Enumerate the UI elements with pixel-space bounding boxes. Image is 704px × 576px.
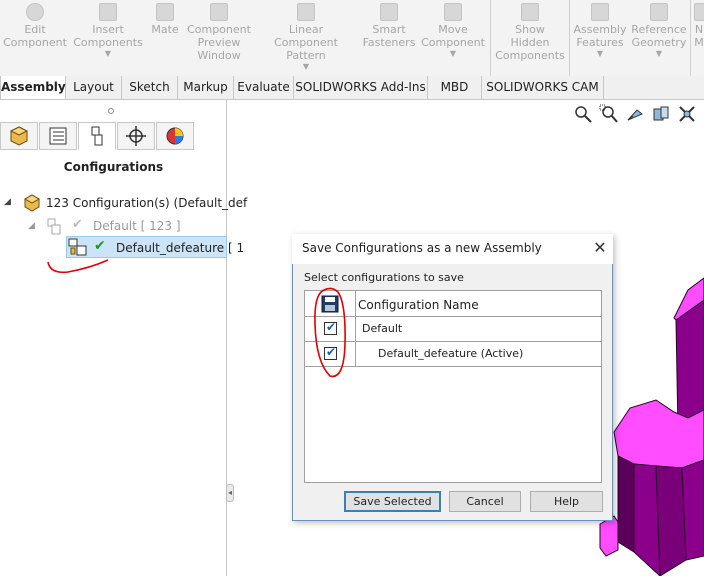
property-manager-icon <box>49 127 67 145</box>
previous-view-icon[interactable] <box>625 104 645 124</box>
tab-evaluate[interactable]: Evaluate <box>234 76 294 99</box>
dialog-prompt: Select configurations to save <box>304 271 464 284</box>
tab-property-manager[interactable] <box>39 122 77 150</box>
show-hidden-icon <box>521 3 539 21</box>
tab-configuration-manager[interactable] <box>78 122 116 150</box>
move-component-label: Move Component <box>421 23 485 49</box>
section-view-icon[interactable] <box>651 104 671 124</box>
tab-solidworks-add-ins[interactable]: SOLIDWORKS Add-Ins <box>294 76 428 99</box>
chevron-down-icon: ▼ <box>104 49 112 58</box>
command-tab-bar: Assembly Layout Sketch Markup Evaluate S… <box>0 76 704 100</box>
ribbon-divider <box>490 0 491 76</box>
red-annotation-circle <box>314 287 346 378</box>
tab-dimxpert-manager[interactable] <box>117 122 155 150</box>
chevron-down-icon: ▼ <box>596 49 604 58</box>
tab-layout[interactable]: Layout <box>66 76 122 99</box>
panel-header: Configurations <box>63 160 164 174</box>
component-preview-label: Component Preview Window <box>187 23 251 62</box>
more-button[interactable]: NM <box>694 0 704 76</box>
linear-pattern-button[interactable]: Linear Component Pattern ▼ <box>256 0 356 76</box>
move-component-button[interactable]: Move Component ▼ <box>420 0 486 76</box>
smart-fasteners-button[interactable]: Smart Fasteners <box>360 0 418 76</box>
move-component-icon <box>444 3 462 21</box>
column-header-configuration-name[interactable]: Configuration Name <box>358 298 479 312</box>
crosshair-icon <box>126 126 146 146</box>
mate-button[interactable]: Mate <box>146 0 184 76</box>
expand-arrow-icon[interactable]: ◢ <box>28 221 35 231</box>
reference-geometry-button[interactable]: Reference Geometry ▼ <box>630 0 688 76</box>
show-hidden-button[interactable]: Show Hidden Components <box>494 0 566 76</box>
tab-solidworks-cam[interactable]: SOLIDWORKS CAM <box>482 76 604 99</box>
reference-geometry-icon <box>650 3 668 21</box>
cancel-button[interactable]: Cancel <box>449 491 521 512</box>
show-hidden-label: Show Hidden Components <box>495 23 565 62</box>
linear-pattern-icon <box>297 3 315 21</box>
edit-component-icon <box>26 3 44 21</box>
smart-fasteners-icon <box>380 3 398 21</box>
more-label: NM <box>694 23 704 49</box>
mate-label: Mate <box>151 23 179 36</box>
red-annotation-underline <box>47 259 109 274</box>
edit-component-label: Edit Component <box>3 23 67 49</box>
row-name-defeature: Default_defeature (Active) <box>378 347 524 360</box>
tree-root-label[interactable]: 123 Configuration(s) (Default_def <box>46 196 247 210</box>
insert-components-button[interactable]: Insert Components ▼ <box>72 0 144 76</box>
assembly-icon <box>23 194 41 212</box>
tab-feature-manager[interactable] <box>0 122 38 150</box>
tree-config-default[interactable]: Default [ 123 ] <box>93 219 181 233</box>
dialog-title: Save Configurations as a new Assembly <box>302 241 542 255</box>
more-icon <box>694 3 704 21</box>
ribbon-divider <box>690 0 691 76</box>
configuration-manager-icon <box>91 126 103 146</box>
mate-icon <box>156 3 174 21</box>
configuration-icon <box>47 218 61 235</box>
tab-sketch[interactable]: Sketch <box>122 76 178 99</box>
smart-fasteners-label: Smart Fasteners <box>362 23 416 49</box>
checkmark-icon: ✔ <box>72 217 83 232</box>
edit-component-button[interactable]: Edit Component <box>0 0 70 76</box>
display-manager-icon <box>166 127 184 145</box>
assembly-features-icon <box>591 3 609 21</box>
view-orientation-icon[interactable] <box>677 104 697 124</box>
tab-markup[interactable]: Markup <box>178 76 234 99</box>
tab-display-manager[interactable] <box>156 122 194 150</box>
tab-assembly[interactable]: Assembly <box>0 76 66 99</box>
tree-config-defeature[interactable]: Default_defeature [ 1 <box>116 241 244 255</box>
save-selected-button[interactable]: Save Selected <box>344 491 441 512</box>
linear-pattern-label: Linear Component Pattern <box>274 23 338 62</box>
command-ribbon: Edit Component Insert Components ▼ Mate Co… <box>0 0 704 76</box>
feature-manager-icon <box>9 126 29 146</box>
reference-geometry-label: Reference Geometry <box>631 23 687 49</box>
assembly-features-label: Assembly Features <box>573 23 627 49</box>
close-icon[interactable]: ✕ <box>590 238 610 258</box>
panel-grip-icon[interactable] <box>108 108 114 114</box>
chevron-down-icon: ▼ <box>449 49 457 58</box>
grid-line <box>355 291 356 366</box>
derived-configuration-icon <box>68 238 87 256</box>
expand-arrow-icon[interactable]: ◢ <box>4 197 11 207</box>
row-name-default: Default <box>362 322 403 335</box>
insert-components-icon <box>99 3 117 21</box>
chevron-down-icon: ▼ <box>655 49 663 58</box>
active-check-icon: ✔ <box>94 238 106 254</box>
chevron-down-icon: ▼ <box>302 62 310 71</box>
zoom-to-fit-icon[interactable] <box>573 104 593 124</box>
tab-mbd[interactable]: MBD <box>428 76 482 99</box>
component-preview-button[interactable]: Component Preview Window <box>186 0 252 76</box>
assembly-features-button[interactable]: Assembly Features ▼ <box>572 0 628 76</box>
help-button[interactable]: Help <box>530 491 603 512</box>
component-preview-icon <box>210 3 228 21</box>
insert-components-label: Insert Components <box>73 23 143 49</box>
ribbon-divider <box>569 0 570 76</box>
zoom-to-area-icon[interactable] <box>599 104 619 124</box>
